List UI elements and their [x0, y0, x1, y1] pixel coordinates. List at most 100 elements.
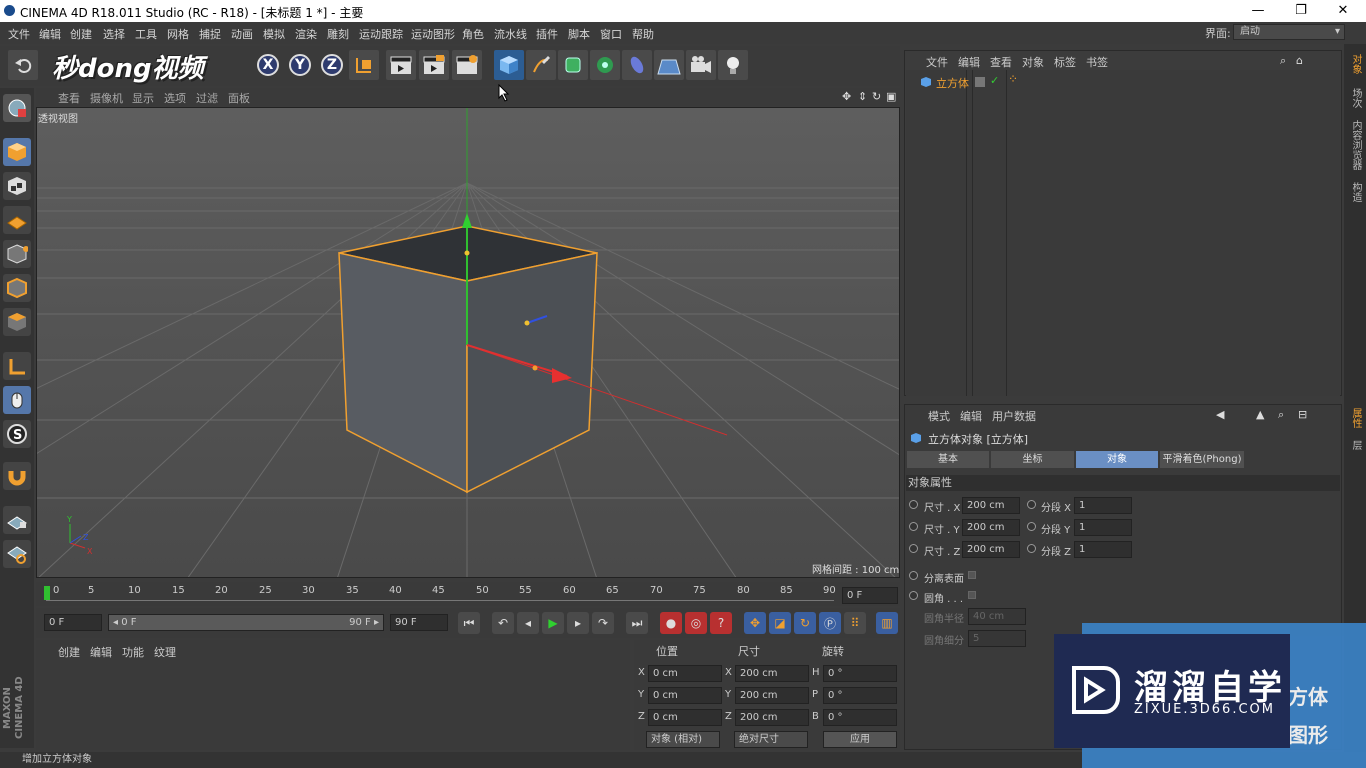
y-axis-arrow[interactable] — [462, 213, 472, 228]
record-parameter-button[interactable]: Ⓟ — [819, 612, 841, 634]
size-y-field[interactable]: 200 cm — [735, 687, 809, 704]
workplane-align-button[interactable] — [3, 540, 31, 568]
cloner-button[interactable] — [590, 50, 620, 80]
snap-button[interactable] — [3, 462, 31, 490]
record-button[interactable]: ● — [660, 612, 682, 634]
size-y-field[interactable]: 200 cm — [962, 519, 1020, 536]
keyframe-selection-button[interactable]: ? — [710, 612, 732, 634]
segments-y-radio[interactable] — [1027, 522, 1036, 531]
viewport-menu-panel[interactable]: 面板 — [228, 90, 250, 106]
lock-workplane-button[interactable] — [3, 506, 31, 534]
tab-phong[interactable]: 平滑着色(Phong) — [1160, 451, 1244, 468]
size-z-field[interactable]: 200 cm — [962, 541, 1020, 558]
autokey-button[interactable]: ◎ — [685, 612, 707, 634]
size-z-field[interactable]: 200 cm — [735, 709, 809, 726]
menu-motion-tracking[interactable]: 运动跟踪 — [359, 26, 403, 42]
back-arrow-icon[interactable]: ◀ — [1216, 408, 1224, 421]
close-button[interactable]: ✕ — [1323, 2, 1363, 20]
menu-mesh[interactable]: 网格 — [167, 26, 189, 42]
viewport-rotate-icon[interactable]: ↻ — [872, 90, 881, 103]
search-icon[interactable]: ⌕ — [1280, 54, 1286, 68]
menu-script[interactable]: 脚本 — [568, 26, 590, 42]
segments-y-field[interactable]: 1 — [1074, 519, 1132, 536]
material-menu-edit[interactable]: 编辑 — [90, 644, 112, 660]
menu-help[interactable]: 帮助 — [632, 26, 654, 42]
vtab-attributes[interactable]: 属性 — [1347, 408, 1363, 428]
menu-pipeline[interactable]: 流水线 — [494, 26, 527, 42]
workplane-mode-button[interactable] — [3, 206, 31, 234]
object-menu-objects[interactable]: 对象 — [1022, 54, 1044, 70]
vtab-objects[interactable]: 对象 — [1347, 54, 1363, 74]
texture-mode-button[interactable] — [3, 172, 31, 200]
record-scale-button[interactable]: ◪ — [769, 612, 791, 634]
menu-snap[interactable]: 捕捉 — [199, 26, 221, 42]
minimize-button[interactable]: — — [1238, 2, 1278, 20]
segments-z-field[interactable]: 1 — [1074, 541, 1132, 558]
object-menu-edit[interactable]: 编辑 — [958, 54, 980, 70]
tab-coordinates[interactable]: 坐标 — [991, 451, 1074, 468]
size-y-radio[interactable] — [909, 522, 918, 531]
light-button[interactable] — [718, 50, 748, 80]
fillet-radius-field[interactable]: 40 cm — [968, 608, 1026, 625]
deformer-button[interactable] — [622, 50, 652, 80]
previous-key-button[interactable]: ↶ — [492, 612, 514, 634]
end-frame-field[interactable]: 90 F — [390, 614, 448, 631]
home-icon[interactable]: ⌂ — [1296, 54, 1303, 67]
solo-button[interactable]: S — [3, 420, 31, 448]
rotation-b-field[interactable]: 0 ° — [823, 709, 897, 726]
menu-window[interactable]: 窗口 — [600, 26, 622, 42]
polygons-mode-button[interactable] — [3, 308, 31, 336]
viewport-menu-options[interactable]: 选项 — [164, 90, 186, 106]
viewport-menu-view[interactable]: 查看 — [58, 90, 80, 106]
size-x-field[interactable]: 200 cm — [962, 497, 1020, 514]
fillet-checkbox[interactable] — [968, 591, 976, 599]
size-x-radio[interactable] — [909, 500, 918, 509]
menu-create[interactable]: 创建 — [70, 26, 92, 42]
coordinate-mode-select[interactable]: 对象 (相对) — [646, 731, 720, 748]
menu-animate[interactable]: 动画 — [231, 26, 253, 42]
timeline-window-button[interactable]: ▥ — [876, 612, 898, 634]
record-position-button[interactable]: ✥ — [744, 612, 766, 634]
rotation-h-field[interactable]: 0 ° — [823, 665, 897, 682]
object-menu-tags[interactable]: 标签 — [1054, 54, 1076, 70]
go-to-start-button[interactable]: ⏮ — [458, 612, 480, 634]
go-to-end-button[interactable]: ⏭ — [626, 612, 648, 634]
make-editable-button[interactable] — [3, 94, 31, 122]
points-mode-button[interactable] — [3, 240, 31, 268]
rotation-p-field[interactable]: 0 ° — [823, 687, 897, 704]
menu-plugins[interactable]: 插件 — [536, 26, 558, 42]
current-frame-field[interactable]: 0 F — [842, 587, 898, 604]
next-key-button[interactable]: ↷ — [592, 612, 614, 634]
menu-simulate[interactable]: 模拟 — [263, 26, 285, 42]
menu-mograph[interactable]: 运动图形 — [411, 26, 455, 42]
x-axis-lock-button[interactable]: X — [253, 50, 283, 80]
fillet-subdivision-field[interactable]: 5 — [968, 630, 1026, 647]
lock-icon[interactable]: ⊟ — [1298, 408, 1307, 421]
fillet-radio[interactable] — [909, 591, 918, 600]
material-menu-create[interactable]: 创建 — [58, 644, 80, 660]
enabled-check-icon[interactable]: ✓ — [990, 74, 999, 87]
menu-character[interactable]: 角色 — [462, 26, 484, 42]
menu-render[interactable]: 渲染 — [295, 26, 317, 42]
viewport-menu-display[interactable]: 显示 — [132, 90, 154, 106]
render-view-button[interactable] — [386, 50, 416, 80]
record-point-level-button[interactable]: ⠿ — [844, 612, 866, 634]
y-axis-lock-button[interactable]: Y — [285, 50, 315, 80]
menu-file[interactable]: 文件 — [8, 26, 30, 42]
undo-button[interactable] — [8, 50, 38, 80]
search-icon[interactable]: ⌕ — [1278, 408, 1284, 422]
viewport-menu-filter[interactable]: 过滤 — [196, 90, 218, 106]
object-menu-file[interactable]: 文件 — [926, 54, 948, 70]
viewport-zoom-icon[interactable]: ⇕ — [858, 90, 867, 103]
menu-tools[interactable]: 工具 — [135, 26, 157, 42]
preview-range-slider[interactable]: ◂ 0 F 90 F ▸ — [108, 614, 384, 631]
timeline-ruler[interactable] — [36, 582, 900, 606]
vtab-structure[interactable]: 构造 — [1347, 182, 1363, 202]
record-rotation-button[interactable]: ↻ — [794, 612, 816, 634]
position-z-field[interactable]: 0 cm — [648, 709, 722, 726]
perspective-viewport[interactable]: Y X Z — [36, 107, 900, 578]
material-menu-function[interactable]: 功能 — [122, 644, 144, 660]
play-button[interactable]: ▶ — [542, 612, 564, 634]
menu-sculpt[interactable]: 雕刻 — [327, 26, 349, 42]
up-arrow-icon[interactable]: ▲ — [1256, 408, 1264, 421]
